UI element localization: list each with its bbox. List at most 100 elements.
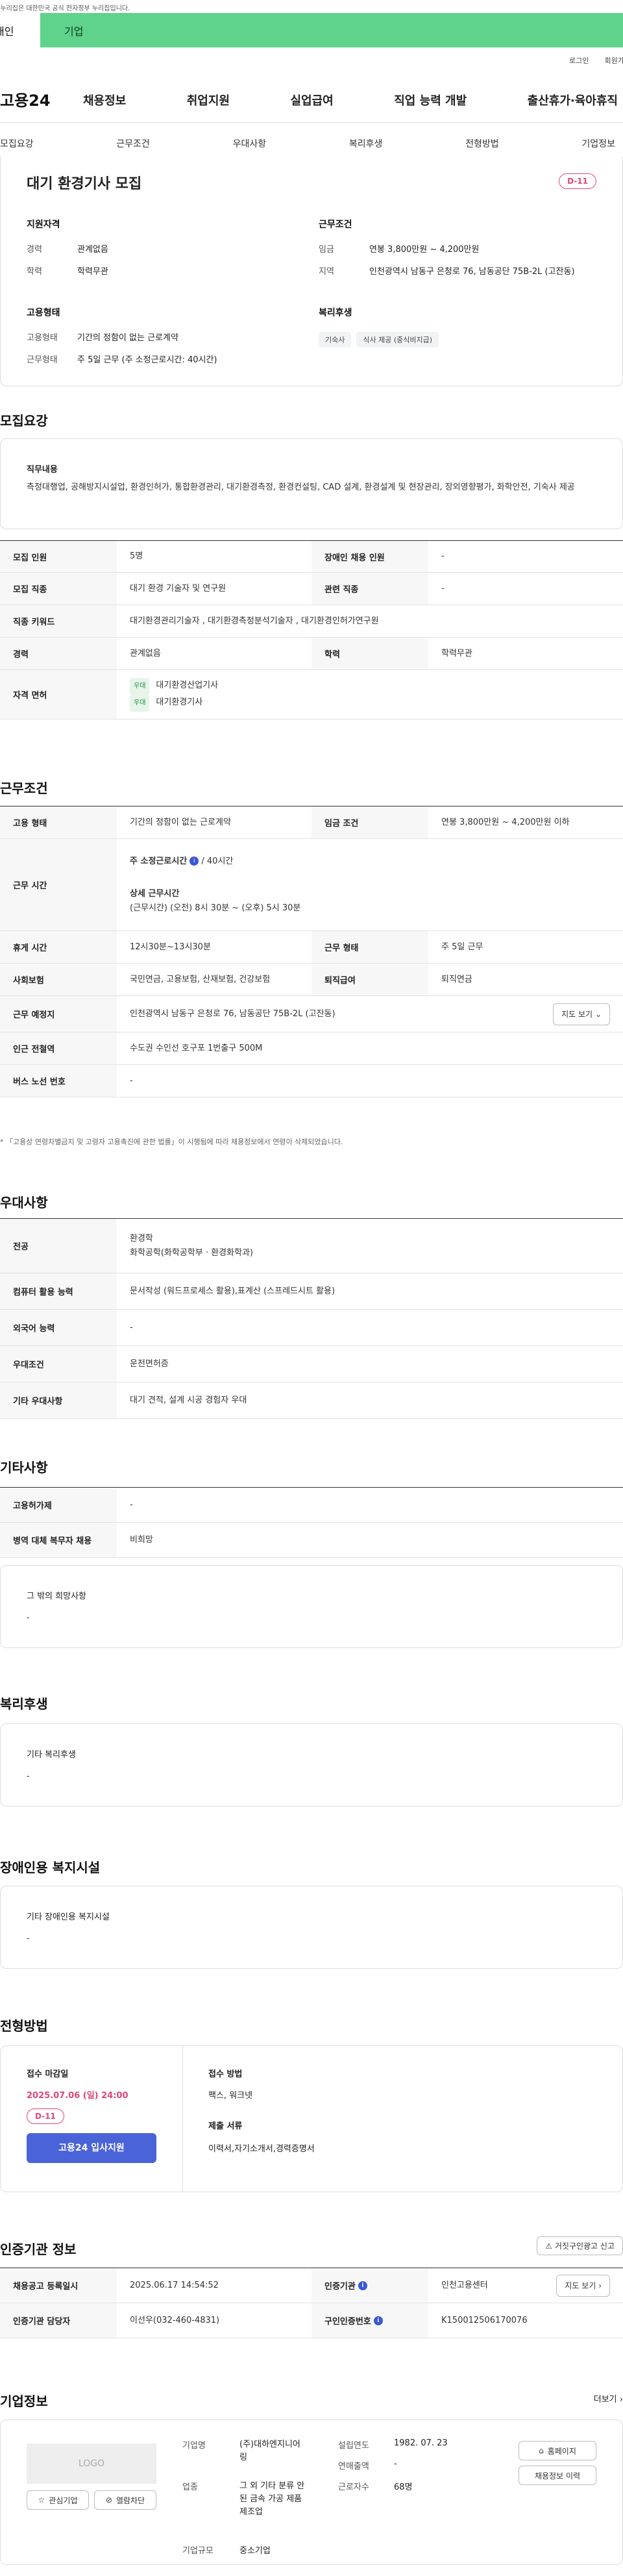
gnb-vocational-training[interactable]: 직업 능력 개발 (394, 92, 467, 108)
tab-recruit-info[interactable]: 모집요강 (0, 137, 34, 150)
th-bus: 버스 노선 번호 (0, 1065, 117, 1097)
detail-hours-label: 상세 근무시간 (130, 888, 180, 899)
info-icon[interactable]: i (189, 857, 199, 866)
th-disab: 장애인 채용 인원 (312, 541, 428, 572)
disab-value: - (27, 1934, 30, 1944)
apply-button[interactable]: 고용24 입사지원 (27, 2133, 156, 2163)
welfare-value: - (27, 1771, 30, 1781)
th-reg: 채용공고 등록일시 (0, 2268, 117, 2303)
th-hours: 근무 시간 (0, 839, 117, 931)
cert-heading: 인증기관 정보 (0, 2242, 77, 2257)
block-icon: ⊘ (105, 2495, 112, 2505)
th-major: 전공 (0, 1219, 117, 1273)
gnb-parental-leave[interactable]: 출산휴가·육아휴직 (528, 92, 618, 108)
user-type-tabs: 개인 기업 (0, 13, 623, 47)
th-keyword: 직종 키워드 (0, 605, 117, 637)
td-pay: 연봉 3,800만원 ~ 4,200만원 이하 (441, 817, 570, 827)
td-people: 5명 (130, 551, 143, 561)
pref-badge: 우대 (130, 677, 150, 695)
process-dday-badge: D-11 (27, 2108, 64, 2124)
td-job: 대기 환경 기술자 및 연구원 (130, 583, 226, 594)
license-item: 대기환경기사 (156, 697, 203, 707)
td-subway: 수도권 수인선 호구포 1번출구 500M (130, 1043, 263, 1053)
gov-banner: 이 누리집은 대한민국 공식 전자정부 누리집입니다. (0, 0, 623, 13)
duty-label: 직무내용 (27, 465, 58, 475)
major-value: 화학공학(화학공학부 · 환경화학과) (130, 1247, 253, 1258)
org-map-button[interactable]: 지도 보기 › (556, 2274, 610, 2297)
recruit-heading: 모집요강 (0, 413, 48, 429)
td-disab: - (441, 551, 445, 561)
size-value: 중소기업 (239, 2546, 271, 2556)
chevron-right-icon: › (619, 2395, 623, 2405)
login-link[interactable]: 로그인 (569, 55, 589, 66)
report-button[interactable]: ⚠ 거짓구인광고 신고 (537, 2236, 623, 2255)
welfare-label: 기타 복리후생 (27, 1750, 76, 1760)
pref-badge: 우대 (130, 694, 150, 712)
qual-label: 학력 (27, 267, 42, 277)
tab-welfare[interactable]: 복리후생 (349, 137, 383, 150)
other-table: 고용허가제 - 병역 대체 복무자 채용 비희망 (0, 1487, 623, 1558)
th-computer: 컴퓨터 활용 능력 (0, 1273, 117, 1309)
block-label: 열람차단 (116, 2495, 145, 2505)
hope-label: 그 밖의 희망사항 (27, 1592, 86, 1601)
tab-personal[interactable]: 개인 (0, 13, 40, 47)
td-edu: 학력무관 (441, 648, 472, 658)
tab-company[interactable]: 기업 (40, 13, 623, 47)
job-summary-card: 대기 환경기사 모집 D-11 지원자격 경력 관계없음 학력 학력무관 근무조건 … (0, 156, 623, 386)
th-exp: 경력 (0, 638, 117, 669)
tab-preferences[interactable]: 우대사항 (233, 137, 267, 150)
th-pay: 임금 조건 (312, 807, 428, 838)
signup-link[interactable]: 회원가입 (605, 55, 623, 66)
name-label: 기업명 (182, 2441, 206, 2451)
tab-company-info[interactable]: 기업정보 (581, 137, 615, 150)
block-view-button[interactable]: ⊘ 열람차단 (94, 2490, 156, 2510)
tab-process[interactable]: 전형방법 (465, 137, 499, 150)
homepage-button[interactable]: ⌂ 홈페이지 (519, 2441, 596, 2460)
welfare-tag: 기숙사 (319, 332, 352, 347)
map-button-label: 지도 보기 (561, 1009, 593, 1019)
sales-value: - (394, 2459, 397, 2469)
fav-company-button[interactable]: ☆ 관심기업 (27, 2490, 89, 2510)
th-place: 근무 예정지 (0, 996, 117, 1032)
th-insurance: 사회보험 (0, 964, 117, 995)
info-icon[interactable]: i (373, 2316, 383, 2325)
brand-logo[interactable]: 고용24 (0, 88, 83, 110)
th-language: 외국어 능력 (0, 1310, 117, 1345)
job-history-button[interactable]: 채용정보 이력 (519, 2466, 596, 2485)
disab-label: 기타 장애인용 복지시설 (27, 1912, 110, 1922)
td-cert-id: K150012506170076 (441, 2315, 528, 2325)
fav-label: 관심기업 (49, 2495, 78, 2505)
td-shift: 주 5일 근무 (441, 942, 483, 952)
td-bus: - (130, 1075, 133, 1086)
history-label: 채용정보 이력 (534, 2471, 581, 2481)
company-box: LOGO ☆ 관심기업 ⊘ 열람차단 기업명 (주)대하엔지니어링 업종 그 외 기… (0, 2420, 623, 2565)
map-button[interactable]: 지도 보기 ⌄ (553, 1003, 610, 1025)
emp-label: 근무형태 (27, 355, 58, 365)
gnb-employment-support[interactable]: 취업지원 (187, 92, 230, 108)
pref-heading: 우대사항 (0, 1195, 48, 1210)
th-job: 모집 직종 (0, 573, 117, 605)
employment-heading: 고용형태 (27, 308, 60, 318)
td-org: 인천고용센터 (441, 2280, 488, 2290)
th-pref-etc: 기타 우대사항 (0, 1382, 117, 1418)
age-note: * 「고용상 연령차별금지 및 고령자 고용촉진에 관한 법률」이 시행됨에 따… (0, 1138, 343, 1146)
tab-personal-label: 개인 (0, 25, 14, 38)
gnb-unemployment-benefit[interactable]: 실업급여 (291, 92, 334, 108)
cond-value: 연봉 3,800만원 ~ 4,200만원 (369, 245, 480, 255)
company-heading: 기업정보 (0, 2394, 48, 2409)
home-icon: ⌂ (539, 2446, 544, 2455)
td-keyword: 대기환경관리기술자 , 대기환경측정분석기술자 , 대기환경인허가연구원 (130, 616, 379, 626)
td-manager: 이선우(032-460-4831) (130, 2315, 220, 2325)
work-table: 고용 형태 기간의 정함이 없는 근로계약 임금 조건 연봉 3,800만원 ~ 4… (0, 806, 623, 1097)
year-value: 1982. 07. 23 (394, 2438, 448, 2448)
company-more-link[interactable]: 더보기 › (594, 2392, 623, 2405)
gnb-recruit[interactable]: 채용정보 (83, 92, 126, 108)
tab-company-label: 기업 (64, 25, 84, 38)
emp-label: 고용형태 (27, 333, 58, 343)
process-box: 접수 마감일 2025.07.06 (일) 24:00 D-11 고용24 입사… (0, 2045, 623, 2192)
tab-work-conditions[interactable]: 근무조건 (116, 137, 150, 150)
duty-box: 직무내용 측정대행업, 공해방지시설업, 환경인허가, 통합환경관리, 대기환경… (0, 438, 623, 529)
info-icon[interactable]: i (358, 2281, 367, 2290)
deadline-label: 접수 마감일 (27, 2070, 69, 2079)
welfare-section-heading: 복리후생 (0, 1696, 48, 1712)
